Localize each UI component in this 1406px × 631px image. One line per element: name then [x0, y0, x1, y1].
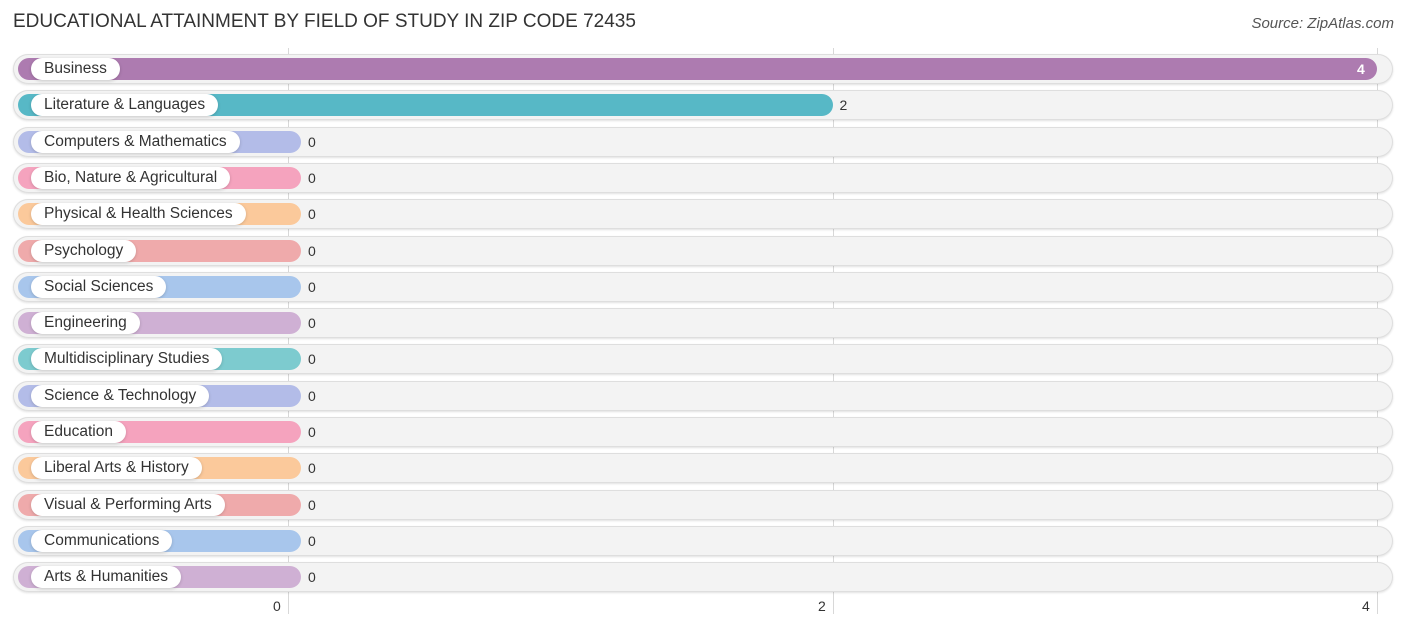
category-label: Multidisciplinary Studies: [31, 348, 223, 371]
value-label: 4: [1357, 61, 1365, 77]
category-label: Science & Technology: [31, 384, 210, 407]
bar-chart: Business 4 Literature & Languages 2 Computer…: [0, 0, 1406, 631]
value-label: 0: [308, 133, 316, 150]
category-label: Business: [31, 58, 120, 80]
value-label: 0: [308, 315, 316, 332]
category-label: Psychology: [31, 239, 137, 262]
x-tick-label: 4: [1362, 598, 1370, 614]
x-tick-label: 2: [818, 598, 826, 614]
value-label: 0: [308, 242, 316, 259]
category-label: Physical & Health Sciences: [31, 203, 246, 226]
category-label: Liberal Arts & History: [31, 457, 202, 480]
value-label: 0: [308, 569, 316, 586]
category-label: Computers & Mathematics: [31, 130, 240, 153]
value-label: 0: [308, 532, 316, 549]
value-label: 0: [308, 496, 316, 513]
category-label: Social Sciences: [31, 275, 167, 298]
value-label: 0: [308, 351, 316, 368]
category-label: Literature & Languages: [31, 94, 219, 117]
value-label: 0: [308, 460, 316, 477]
value-label: 0: [308, 206, 316, 223]
category-label: Education: [31, 421, 126, 443]
category-label: Arts & Humanities: [31, 566, 182, 589]
value-label: 0: [308, 169, 316, 186]
category-label: Bio, Nature & Agricultural: [31, 166, 231, 189]
category-label: Engineering: [31, 312, 140, 335]
value-label: 2: [839, 97, 848, 114]
category-label: Communications: [31, 529, 173, 552]
value-label: 0: [308, 424, 316, 440]
value-label: 0: [308, 387, 316, 404]
bar: [18, 58, 1377, 80]
value-label: 0: [308, 278, 316, 295]
category-label: Visual & Performing Arts: [31, 493, 225, 516]
x-tick-label: 0: [273, 598, 281, 614]
